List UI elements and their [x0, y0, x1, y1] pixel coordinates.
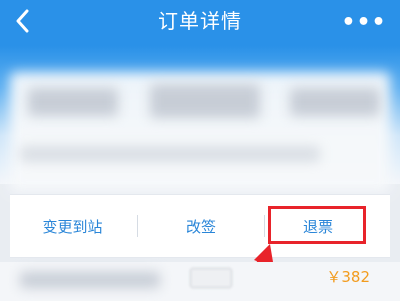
- blurred-content: [150, 84, 260, 118]
- more-button[interactable]: •••: [341, 8, 387, 36]
- blurred-badge: [190, 268, 232, 288]
- change-station-button[interactable]: 变更到站: [10, 195, 135, 257]
- blurred-content: [290, 88, 380, 116]
- divider: [137, 215, 138, 237]
- more-dots-icon: •••: [341, 9, 387, 35]
- blurred-content: [28, 88, 118, 116]
- blurred-content: [20, 272, 160, 288]
- blurred-content: [20, 146, 320, 162]
- app-header: 订单详情 •••: [0, 0, 400, 46]
- divider: [264, 215, 265, 237]
- page-title: 订单详情: [158, 9, 242, 33]
- order-summary-blurred: [0, 46, 400, 192]
- price-label: ￥382: [326, 268, 370, 286]
- refund-highlight-box: [268, 206, 366, 244]
